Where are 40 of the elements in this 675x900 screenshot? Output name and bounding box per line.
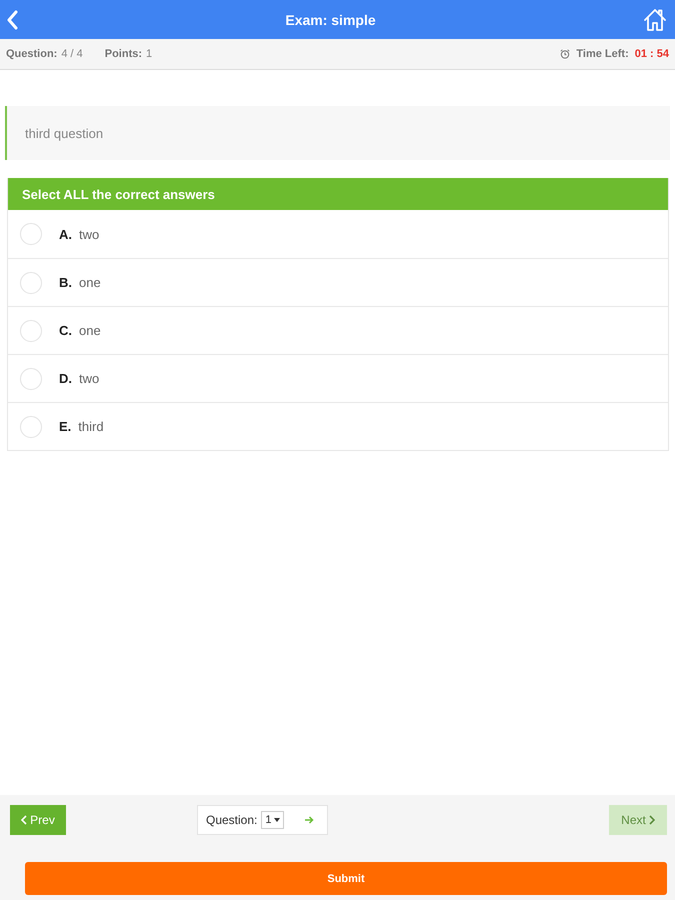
home-icon (642, 8, 667, 32)
home-button[interactable] (642, 8, 667, 32)
option-letter: A. (59, 226, 72, 242)
question-select[interactable]: 1 (261, 811, 284, 829)
exam-title: Exam: simple (285, 12, 376, 28)
time-left-label: Time Left: (576, 48, 629, 60)
option-text: one (79, 275, 101, 290)
alarm-clock-icon (560, 49, 570, 59)
option-letter: C. (59, 323, 72, 338)
question-label: Question: (6, 48, 58, 60)
checkbox-circle-icon[interactable] (20, 223, 42, 245)
question-count: 4 / 4 (61, 48, 83, 60)
arrow-right-icon[interactable] (304, 815, 314, 825)
option-text: two (79, 226, 100, 242)
answer-option[interactable]: E. third (8, 402, 668, 450)
time-left-value: 01 : 54 (634, 48, 669, 60)
option-text: two (79, 371, 100, 386)
caret-down-icon (274, 818, 280, 822)
checkbox-circle-icon[interactable] (20, 320, 42, 342)
jump-label: Question: (206, 813, 258, 827)
instruction-text: Select ALL the correct answers (22, 186, 215, 202)
checkbox-circle-icon[interactable] (20, 368, 42, 390)
checkbox-circle-icon[interactable] (20, 416, 42, 438)
chevron-right-icon (648, 815, 655, 825)
points-label: Points: (104, 48, 142, 60)
option-text: one (79, 323, 101, 338)
option-letter: E. (59, 419, 72, 434)
question-text: third question (25, 126, 104, 140)
option-letter: D. (59, 371, 72, 386)
chevron-left-icon (6, 10, 18, 30)
answer-option[interactable]: B. one (8, 258, 668, 306)
points-value: 1 (146, 48, 152, 60)
chevron-left-icon (21, 815, 28, 825)
back-button[interactable] (6, 10, 18, 30)
option-text: third (78, 419, 104, 434)
answer-option[interactable]: D. two (8, 354, 668, 402)
answer-option[interactable]: A. two (8, 210, 668, 258)
answer-option[interactable]: C. one (8, 306, 668, 354)
option-letter: B. (59, 275, 72, 290)
checkbox-circle-icon[interactable] (20, 272, 42, 294)
